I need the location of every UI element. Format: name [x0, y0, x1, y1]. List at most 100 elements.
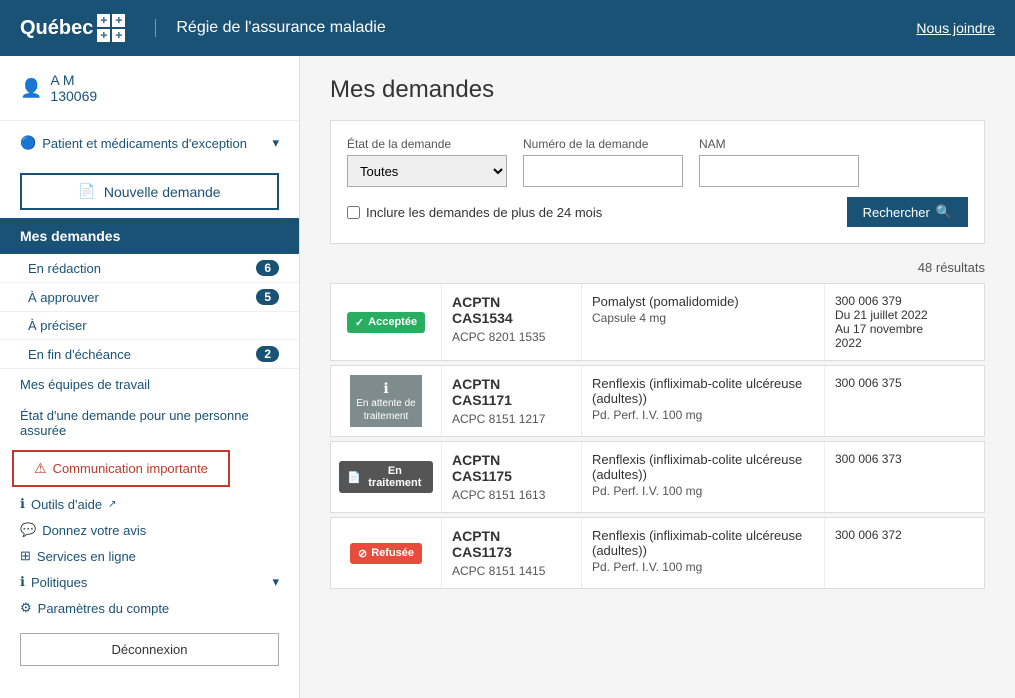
expand-icon: ▾: [272, 135, 279, 151]
sidebar-item-a-preciser[interactable]: À préciser: [0, 312, 299, 340]
parametres-label: Paramètres du compte: [38, 601, 170, 616]
patient-icon: 🔵: [20, 135, 36, 151]
status-badge-traitement: 📄 En traitement: [339, 461, 433, 493]
user-icon: 👤: [20, 78, 42, 99]
sidebar-teams-link[interactable]: Mes équipes de travail: [0, 369, 299, 400]
patient-section: 🔵 Patient et médicaments d'exception ▾: [0, 120, 299, 165]
result-card-3[interactable]: ⊘ Refusée ACPTNCAS1173 ACPC 8151 1415 Re…: [330, 517, 985, 589]
sidebar-item-en-fin[interactable]: En fin d'échéance 2: [0, 340, 299, 369]
communication-label: Communication importante: [53, 461, 208, 476]
card-meta-0: 300 006 379Du 21 juillet 2022Au 17 novem…: [824, 284, 984, 360]
card-id-1: ACPTNCAS1171 ACPC 8151 1217: [441, 366, 581, 436]
checkbox-label[interactable]: Inclure les demandes de plus de 24 mois: [347, 205, 602, 220]
check-icon: ✓: [355, 316, 364, 329]
card-meta-3: 300 006 372: [824, 518, 984, 588]
fleur-cell-2: ✛: [112, 14, 125, 27]
refus-icon: ⊘: [358, 547, 367, 560]
inclure-checkbox[interactable]: [347, 206, 360, 219]
result-card-1[interactable]: ℹ En attente detraitement ACPTNCAS1171 A…: [330, 365, 985, 437]
logo-area: Québec ✛ ✛ ✛ ✛ Régie de l'assurance mala…: [20, 14, 386, 42]
sidebar: 👤 A M 130069 🔵 Patient et médicaments d'…: [0, 56, 300, 698]
card-meta-2: 300 006 373: [824, 442, 984, 512]
search-label: Rechercher: [863, 205, 930, 220]
logo-text: Québec: [20, 17, 93, 40]
card-id-3: ACPTNCAS1173 ACPC 8151 1415: [441, 518, 581, 588]
new-demand-icon: 📄: [78, 183, 95, 200]
info2-icon: ℹ: [20, 574, 25, 590]
communication-container: ➜ ⚠ Communication importante: [0, 446, 299, 491]
outils-label: Outils d'aide: [31, 497, 102, 512]
en-redaction-label: En rédaction: [28, 261, 101, 276]
sidebar-user: 👤 A M 130069: [0, 56, 299, 120]
main-content: Mes demandes État de la demande Toutes N…: [300, 56, 1015, 698]
sidebar-politiques-link[interactable]: ℹ Politiques ▾: [0, 569, 299, 595]
card-id-2: ACPTNCAS1175 ACPC 8151 1613: [441, 442, 581, 512]
sidebar-outils-link[interactable]: ℹ Outils d'aide ↗: [0, 491, 299, 517]
nam-group: NAM: [699, 137, 859, 187]
numero-label: Numéro de la demande: [523, 137, 683, 151]
communication-importante-link[interactable]: ⚠ Communication importante: [12, 450, 230, 487]
card-id-sub-2: ACPC 8151 1613: [452, 488, 571, 502]
politiques-expand-icon: ▾: [272, 574, 279, 590]
donnez-label: Donnez votre avis: [42, 523, 146, 538]
results-list: ✓ Acceptée ACPTNCAS1534 ACPC 8201 1535 P…: [330, 283, 985, 589]
card-desc-main-1: Renflexis (infliximab-colite ulcéreuse (…: [592, 376, 814, 406]
user-info: A M 130069: [50, 72, 97, 104]
card-desc-sub-3: Pd. Perf. I.V. 100 mg: [592, 560, 814, 574]
sidebar-item-en-redaction[interactable]: En rédaction 6: [0, 254, 299, 283]
card-id-0: ACPTNCAS1534 ACPC 8201 1535: [441, 284, 581, 360]
patient-label: Patient et médicaments d'exception: [42, 136, 247, 151]
card-status-2: 📄 En traitement: [331, 442, 441, 512]
card-id-sub-3: ACPC 8151 1415: [452, 564, 571, 578]
new-demand-button[interactable]: 📄 Nouvelle demande: [20, 173, 279, 210]
etat-label: État de la demande: [347, 137, 507, 151]
card-desc-main-3: Renflexis (infliximab-colite ulcéreuse (…: [592, 528, 814, 558]
deconnexion-button[interactable]: Déconnexion: [20, 633, 279, 666]
card-desc-main-2: Renflexis (infliximab-colite ulcéreuse (…: [592, 452, 814, 482]
sidebar-services-link[interactable]: ⊞ Services en ligne: [0, 543, 299, 569]
search-row-1: État de la demande Toutes Numéro de la d…: [347, 137, 968, 187]
sidebar-etat-link[interactable]: État d'une demande pour une personne ass…: [0, 400, 299, 446]
en-fin-badge: 2: [256, 346, 279, 362]
result-card-0[interactable]: ✓ Acceptée ACPTNCAS1534 ACPC 8201 1535 P…: [330, 283, 985, 361]
sidebar-donnez-link[interactable]: 💬 Donnez votre avis: [0, 517, 299, 543]
politiques-label: Politiques: [31, 575, 87, 590]
card-desc-0: Pomalyst (pomalidomide) Capsule 4 mg: [581, 284, 824, 360]
nam-input[interactable]: [699, 155, 859, 187]
user-id: 130069: [50, 88, 97, 104]
card-desc-sub-2: Pd. Perf. I.V. 100 mg: [592, 484, 814, 498]
doc-icon: 📄: [347, 471, 361, 484]
a-approuver-badge: 5: [256, 289, 279, 305]
card-id-main-1: ACPTNCAS1171: [452, 376, 571, 408]
etat-select[interactable]: Toutes: [347, 155, 507, 187]
layout: 👤 A M 130069 🔵 Patient et médicaments d'…: [0, 56, 1015, 698]
checkbox-text: Inclure les demandes de plus de 24 mois: [366, 205, 602, 220]
card-status-1: ℹ En attente detraitement: [331, 366, 441, 436]
patient-link[interactable]: 🔵 Patient et médicaments d'exception ▾: [20, 131, 279, 155]
results-count: 48 résultats: [330, 260, 985, 275]
search-button[interactable]: Rechercher 🔍: [847, 197, 968, 227]
fleur-cell-1: ✛: [97, 14, 110, 27]
sidebar-item-a-approuver[interactable]: À approuver 5: [0, 283, 299, 312]
numero-input[interactable]: [523, 155, 683, 187]
fleur-cell-4: ✛: [112, 29, 125, 42]
search-box: État de la demande Toutes Numéro de la d…: [330, 120, 985, 244]
external-link-icon: ↗: [108, 499, 116, 510]
active-menu-mes-demandes: Mes demandes: [0, 218, 299, 254]
nous-joindre-link[interactable]: Nous joindre: [916, 20, 995, 36]
status-badge-acceptee: ✓ Acceptée: [347, 312, 425, 333]
card-desc-sub-0: Capsule 4 mg: [592, 311, 814, 325]
etat-label: État d'une demande pour une personne ass…: [20, 408, 249, 438]
user-name: A M: [50, 72, 97, 88]
a-preciser-label: À préciser: [28, 318, 87, 333]
card-desc-1: Renflexis (infliximab-colite ulcéreuse (…: [581, 366, 824, 436]
quebec-logo: Québec ✛ ✛ ✛ ✛: [20, 14, 125, 42]
status-text-0: Acceptée: [368, 316, 417, 328]
card-meta-1: 300 006 375: [824, 366, 984, 436]
card-desc-sub-1: Pd. Perf. I.V. 100 mg: [592, 408, 814, 422]
sidebar-parametres-link[interactable]: ⚙ Paramètres du compte: [0, 595, 299, 621]
result-card-2[interactable]: 📄 En traitement ACPTNCAS1175 ACPC 8151 1…: [330, 441, 985, 513]
status-badge-attente: ℹ En attente detraitement: [350, 375, 422, 427]
fleur-cell-3: ✛: [97, 29, 110, 42]
chat-icon: 💬: [20, 522, 36, 538]
